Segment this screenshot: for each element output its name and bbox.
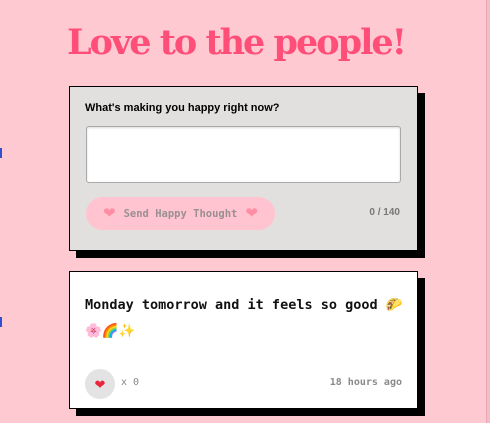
like-button[interactable]: ❤ [85, 369, 115, 399]
send-button-label: Send Happy Thought [123, 207, 238, 220]
heart-icon: ❤ [103, 204, 116, 222]
happy-thought-form: What's making you happy right now? ❤ Sen… [69, 86, 418, 251]
thought-timestamp: 18 hours ago [329, 377, 402, 388]
page-title: Love to the people! [67, 22, 407, 63]
background-window-marker [0, 317, 2, 327]
character-counter: 0 / 140 [369, 207, 400, 218]
thought-message: Monday tomorrow and it feels so good 🌮🌸🌈… [85, 297, 403, 339]
happy-thought-input[interactable] [86, 126, 401, 183]
heart-icon: ❤ [245, 204, 258, 222]
scrollbar-edge [486, 0, 490, 423]
send-happy-thought-button[interactable]: ❤ Send Happy Thought ❤ [86, 197, 275, 230]
form-prompt-label: What's making you happy right now? [85, 102, 280, 114]
like-count: x 0 [121, 377, 140, 388]
background-window-marker [0, 148, 2, 158]
thought-card: Monday tomorrow and it feels so good 🌮🌸🌈… [69, 271, 418, 409]
heart-icon: ❤ [94, 376, 106, 392]
